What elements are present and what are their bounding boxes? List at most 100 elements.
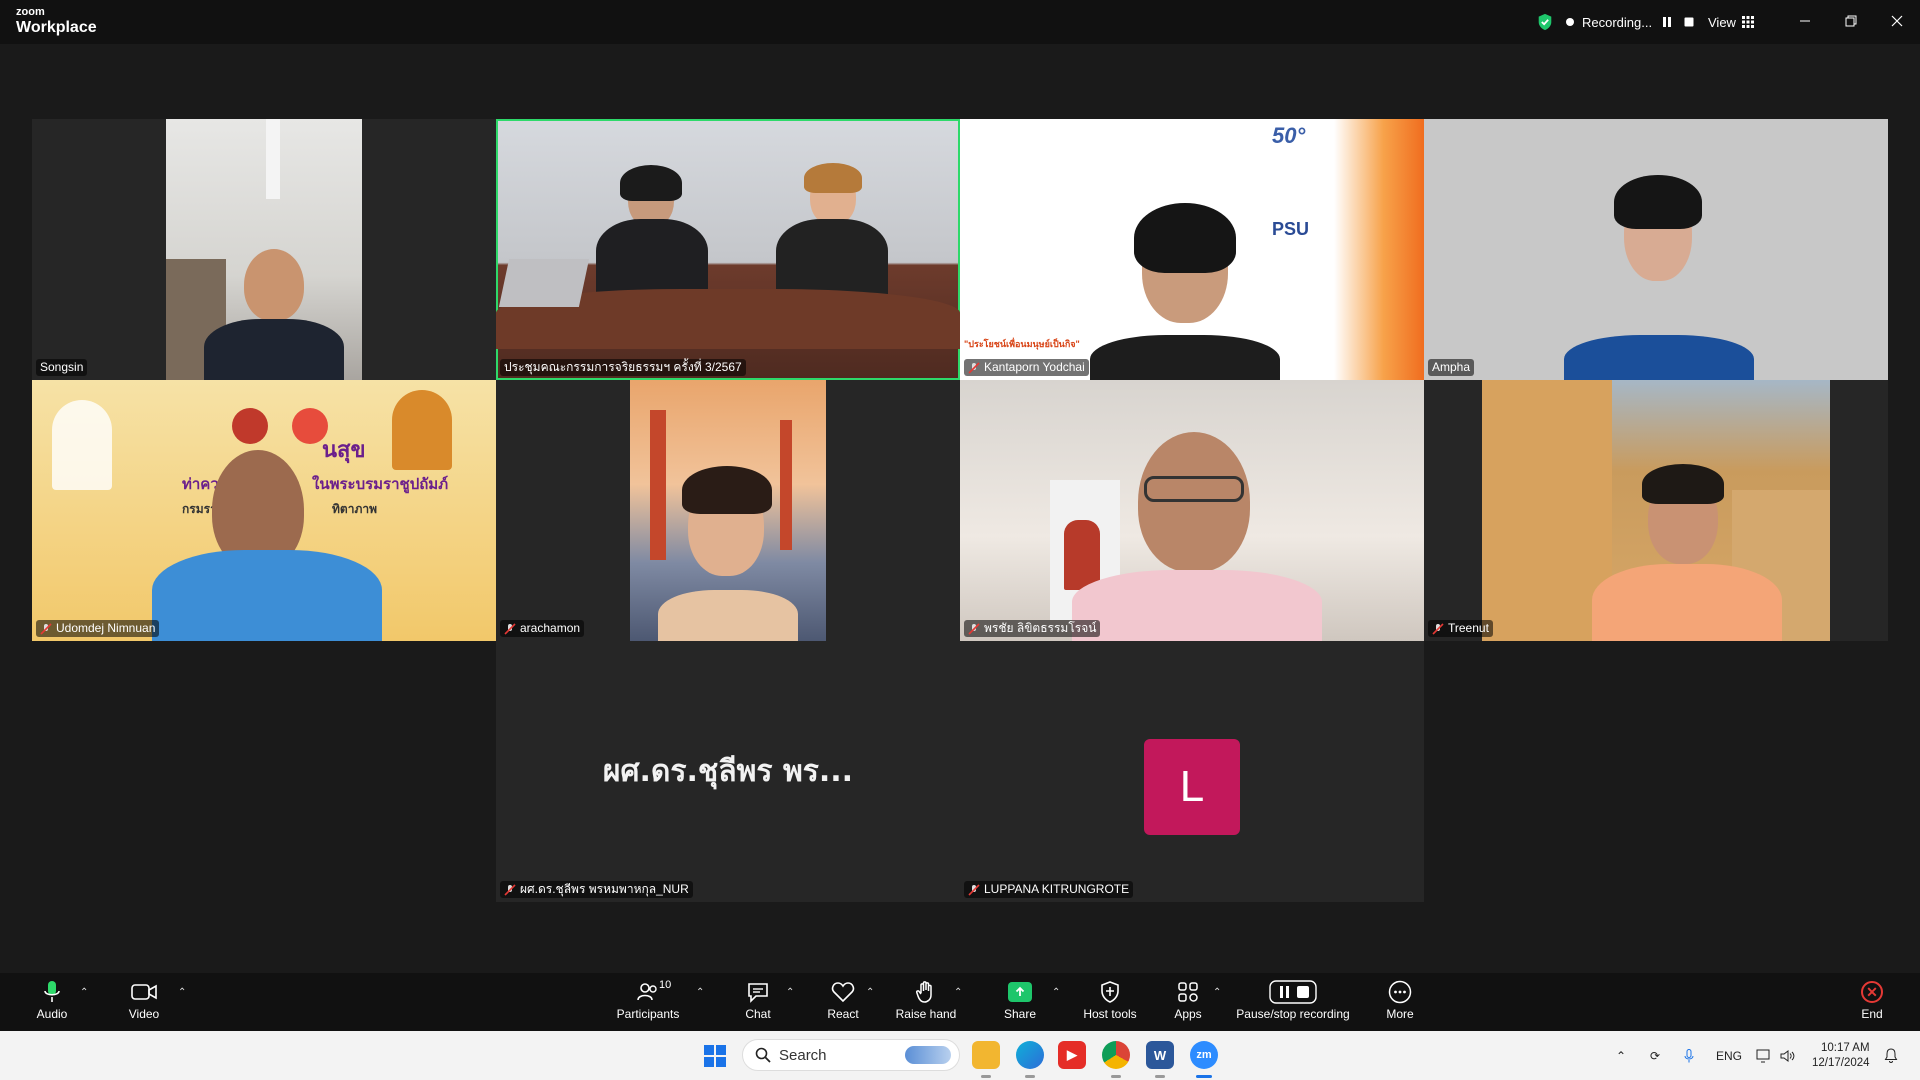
clock-time: 10:17 AM: [1820, 1042, 1870, 1054]
video-tile[interactable]: 50° PSU "ประโยชน์เพื่อนมนุษย์เป็นกิจ" Ka…: [960, 119, 1424, 380]
grid-view-icon: [1741, 16, 1754, 28]
pause-stop-recording-icon: [1269, 980, 1317, 1004]
windows-start-icon[interactable]: [704, 1045, 726, 1067]
person-body: [1564, 335, 1754, 380]
participant-name: ผศ.ดร.ชุลีพร พรหมพาหกุล_NUR: [500, 881, 693, 898]
stop-recording-icon[interactable]: [1682, 15, 1696, 29]
restore-button[interactable]: [1828, 6, 1874, 36]
audio-options-caret-icon[interactable]: ⌃: [80, 987, 88, 998]
raise-hand-button[interactable]: Raise hand: [878, 979, 974, 1021]
close-icon: [1891, 15, 1903, 27]
avatar: L: [1144, 739, 1240, 835]
zoom-app-icon[interactable]: zm: [1190, 1041, 1218, 1069]
share-caret-icon[interactable]: ⌃: [1052, 987, 1060, 998]
view-button[interactable]: View: [1708, 10, 1754, 34]
participant-name: Udomdej Nimnuan: [36, 620, 160, 637]
participants-label: Participants: [616, 1007, 680, 1021]
bridge-tower: [650, 410, 666, 560]
video-label: Video: [128, 1007, 160, 1021]
minimize-button[interactable]: [1782, 6, 1828, 36]
pause-stop-recording-button[interactable]: Pause/stop recording: [1236, 979, 1350, 1021]
minimize-icon: [1800, 20, 1810, 22]
participants-button[interactable]: 10 Participants: [600, 979, 696, 1021]
apps-button[interactable]: Apps: [1140, 979, 1236, 1021]
muted-mic-icon: [504, 883, 516, 896]
video-camera-icon: [131, 984, 157, 1000]
chat-icon: [748, 983, 768, 1003]
youtube-icon[interactable]: ▶: [1058, 1041, 1086, 1069]
chat-caret-icon[interactable]: ⌃: [786, 987, 794, 998]
psu-logo: PSU: [1272, 219, 1310, 239]
react-button[interactable]: React: [795, 979, 891, 1021]
person-head: [244, 249, 304, 321]
video-tile-no-video[interactable]: ผศ.ดร.ชุลีพร พร... ผศ.ดร.ชุลีพร พรหมพาหก…: [496, 641, 960, 902]
clock-date: 12/17/2024: [1812, 1057, 1870, 1069]
active-indicator: [1196, 1075, 1212, 1078]
running-indicator: [1111, 1075, 1121, 1078]
volume-icon[interactable]: [1780, 1031, 1796, 1080]
meeting-toolbar: Audio ⌃ Video ⌃ 10 Participants ⌃ Chat ⌃…: [0, 973, 1920, 1031]
hair: [1134, 203, 1236, 273]
encryption-shield-icon: [1538, 13, 1552, 31]
apps-caret-icon[interactable]: ⌃: [1213, 987, 1221, 998]
running-indicator: [981, 1075, 991, 1078]
video-tile[interactable]: พรชัย ลิขิตธรรมโรจน์: [960, 380, 1424, 641]
network-icon[interactable]: [1756, 1031, 1772, 1080]
recording-dot-icon: [1566, 18, 1574, 26]
person-body: [776, 219, 888, 299]
view-label: View: [1708, 14, 1736, 30]
running-indicator: [1025, 1075, 1035, 1078]
language-indicator[interactable]: ENG: [1716, 1031, 1742, 1080]
raise-hand-icon: [915, 981, 932, 1003]
notification-bell-icon[interactable]: [1884, 1031, 1898, 1080]
close-button[interactable]: [1874, 6, 1920, 36]
share-button[interactable]: Share: [972, 979, 1068, 1021]
person-body: [1592, 564, 1782, 641]
edge-browser-icon[interactable]: [1016, 1041, 1044, 1069]
person-body: [658, 590, 798, 641]
audio-button[interactable]: Audio: [4, 979, 100, 1021]
pause-stop-recording-label: Pause/stop recording: [1236, 1007, 1350, 1021]
react-caret-icon[interactable]: ⌃: [866, 987, 874, 998]
video-tile[interactable]: Ampha: [1424, 119, 1888, 380]
video-tile-no-video[interactable]: L LUPPANA KITRUNGROTE: [960, 641, 1424, 902]
more-icon: [1388, 980, 1412, 1004]
word-icon[interactable]: W: [1146, 1041, 1174, 1069]
hair: [1642, 464, 1724, 504]
video-tile[interactable]: Songsin: [32, 119, 496, 380]
person-head: [1138, 432, 1250, 572]
pause-recording-icon[interactable]: [1660, 15, 1674, 29]
search-placeholder: Search: [779, 1046, 827, 1064]
chat-button[interactable]: Chat: [710, 979, 806, 1021]
running-indicator: [1155, 1075, 1165, 1078]
taskbar-clock[interactable]: 10:17 AM 12/17/2024: [1812, 1041, 1870, 1071]
video-tile[interactable]: arachamon: [496, 380, 960, 641]
windows-taskbar: Search ▶ W zm ⌃ ⟳ ENG 10:17 AM 12/17/202…: [0, 1031, 1920, 1080]
video-tile[interactable]: ท่าความ ดี เพื่อชา ในพระบรมราชูปถัมภ์ นส…: [32, 380, 496, 641]
person-body: [152, 550, 382, 641]
heart-icon: [831, 982, 855, 1003]
video-tile[interactable]: Treenut: [1424, 380, 1888, 641]
tray-microphone-icon[interactable]: [1684, 1031, 1694, 1080]
host-tools-label: Host tools: [1083, 1007, 1137, 1021]
royal-portrait: [52, 400, 112, 490]
participant-name: Ampha: [1428, 359, 1475, 376]
banner-heading: นสุข: [322, 438, 366, 463]
muted-mic-icon: [1432, 622, 1444, 635]
video-button[interactable]: Video: [96, 979, 192, 1021]
file-explorer-icon[interactable]: [972, 1041, 1000, 1069]
participants-caret-icon[interactable]: ⌃: [696, 987, 704, 998]
participant-name: LUPPANA KITRUNGROTE: [964, 881, 1134, 898]
chrome-icon[interactable]: [1102, 1041, 1130, 1069]
video-options-caret-icon[interactable]: ⌃: [178, 987, 186, 998]
orange-background-stripe: [1334, 119, 1424, 380]
muted-mic-icon: [968, 883, 980, 896]
sync-icon[interactable]: ⟳: [1650, 1031, 1660, 1080]
end-button[interactable]: ✕ End: [1824, 979, 1920, 1021]
video-tile-active-speaker[interactable]: ประชุมคณะกรรมการจริยธรรมฯ ครั้งที่ 3/256…: [496, 119, 960, 380]
more-button[interactable]: More: [1352, 979, 1448, 1021]
taskbar-search[interactable]: Search: [742, 1039, 960, 1071]
raise-hand-caret-icon[interactable]: ⌃: [954, 987, 962, 998]
tray-overflow-icon[interactable]: ⌃: [1616, 1031, 1626, 1080]
hair: [682, 466, 772, 514]
